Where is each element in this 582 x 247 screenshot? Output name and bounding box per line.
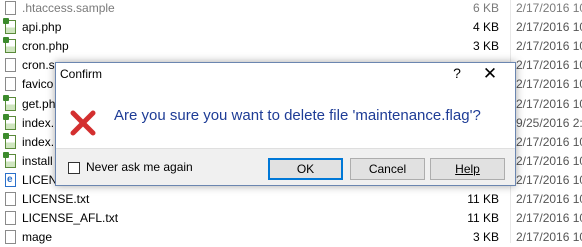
file-date: 2/17/2016 10: [516, 211, 582, 225]
file-name: get.ph: [22, 97, 56, 111]
help-button-label: Help: [455, 162, 480, 176]
error-x-icon: [70, 110, 96, 136]
file-row[interactable]: LICENSE_AFL.txt 11 KB 2/17/2016 10: [0, 208, 582, 228]
file-date: 2/17/2016 10: [516, 154, 582, 168]
file-size: 11 KB: [467, 211, 499, 225]
file-size: 3 KB: [472, 39, 499, 53]
file-row[interactable]: mage 3 KB 2/17/2016 10: [0, 227, 582, 247]
file-name: cron.php: [22, 39, 69, 53]
php-file-icon: [3, 37, 16, 53]
php-file-icon: [3, 18, 16, 34]
file-date: 2/17/2016 10: [516, 230, 582, 244]
confirm-dialog: Confirm ? ✕ Are you sure you want to del…: [55, 62, 516, 186]
file-name: api.php: [22, 20, 62, 34]
never-ask-label[interactable]: Never ask me again: [86, 160, 193, 174]
file-icon: [5, 1, 16, 15]
file-icon: [5, 192, 16, 206]
file-date: 2/17/2016 10: [516, 97, 582, 111]
file-row[interactable]: api.php 4 KB 2/17/2016 10: [0, 17, 582, 37]
file-name: LICENSE_AFL.txt: [22, 211, 119, 225]
file-size: 4 KB: [472, 20, 499, 34]
file-icon: [5, 211, 16, 225]
file-date: 2/17/2016 10: [516, 58, 582, 72]
file-row[interactable]: cron.php 3 KB 2/17/2016 10: [0, 36, 582, 56]
file-name: install: [22, 154, 53, 168]
file-icon: [5, 230, 16, 244]
file-date: 2/17/2016 10: [516, 20, 582, 34]
close-icon[interactable]: ✕: [481, 64, 499, 84]
php-file-icon: [3, 114, 16, 130]
cancel-button[interactable]: Cancel: [350, 158, 425, 180]
php-file-icon: [3, 133, 16, 149]
file-date: 2/17/2016 10: [516, 135, 582, 149]
php-file-icon: [3, 95, 16, 111]
file-date: 2/17/2016 10: [516, 192, 582, 206]
file-name: index.: [22, 116, 55, 130]
file-row[interactable]: .htaccess.sample 6 KB 2/17/2016 10: [0, 0, 582, 18]
html-file-icon: [5, 170, 16, 190]
help-button[interactable]: Help: [430, 158, 505, 180]
file-date: 2/17/2016 10: [516, 173, 582, 187]
file-date: 2/17/2016 10: [516, 1, 582, 15]
ok-button[interactable]: OK: [268, 158, 343, 180]
file-name: index.: [22, 135, 55, 149]
file-size: 6 KB: [472, 1, 499, 15]
file-row[interactable]: LICENSE.txt 11 KB 2/17/2016 10: [0, 189, 582, 209]
dialog-body: Are you sure you want to delete file 'ma…: [56, 86, 515, 148]
file-date: 2/17/2016 10: [516, 39, 582, 53]
dialog-footer: Never ask me again OK Cancel Help: [56, 148, 515, 185]
file-name: LICENSE.txt: [22, 192, 90, 206]
file-size: 3 KB: [472, 230, 499, 244]
dialog-title: Confirm: [60, 67, 103, 81]
file-size: 11 KB: [467, 192, 499, 206]
file-icon: [5, 77, 16, 91]
file-date: 2/17/2016 10: [516, 77, 582, 91]
file-name: mage: [22, 230, 53, 244]
dialog-message: Are you sure you want to delete file 'ma…: [114, 107, 481, 124]
file-icon: [5, 58, 16, 72]
file-name: favico: [22, 77, 54, 91]
never-ask-checkbox[interactable]: [68, 162, 80, 174]
php-file-icon: [3, 152, 16, 168]
help-icon[interactable]: ?: [449, 65, 465, 81]
file-name: cron.s: [22, 58, 55, 72]
file-date: 9/25/2016 2:5: [516, 116, 582, 130]
file-name: .htaccess.sample: [22, 1, 115, 15]
dialog-titlebar[interactable]: Confirm ? ✕: [56, 63, 515, 86]
